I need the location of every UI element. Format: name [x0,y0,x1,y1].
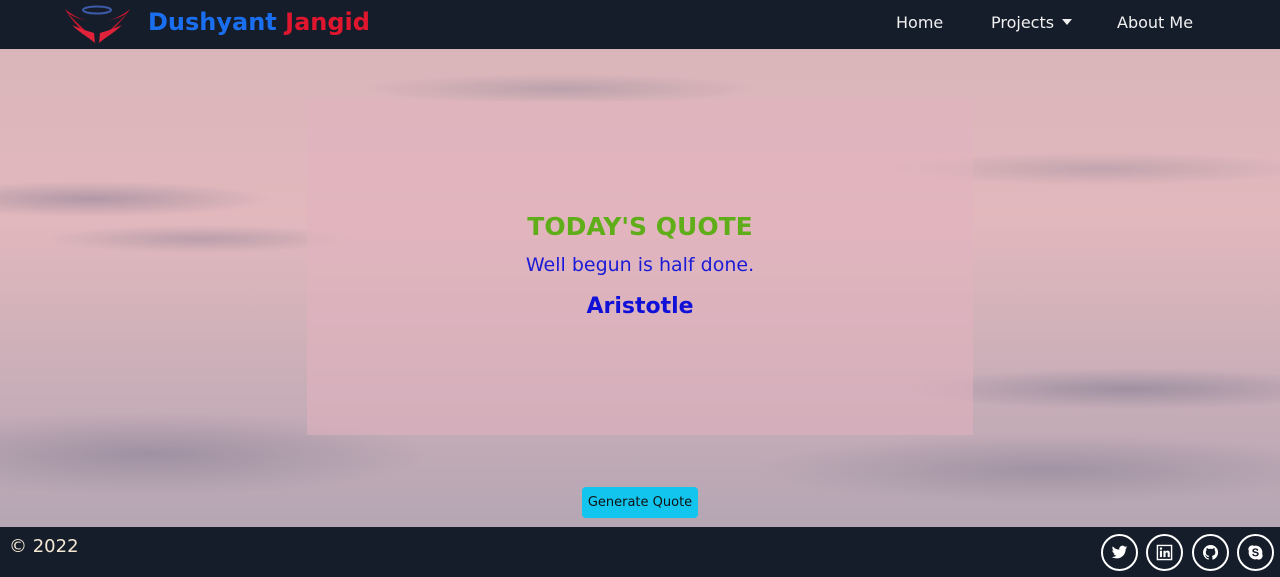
skype-icon[interactable] [1237,534,1274,571]
caret-down-icon [1062,19,1073,25]
quote-card: TODAY'S QUOTE Well begun is half done. A… [307,101,973,435]
nav-home-link[interactable]: Home [896,12,943,34]
generate-quote-button[interactable]: Generate Quote [582,487,698,518]
nav-about-link[interactable]: About Me [1117,12,1193,34]
brand-name[interactable]: Dushyant Jangid [148,7,370,37]
navbar: Dushyant Jangid Home Projects About Me [0,0,1280,49]
copyright-text: © 2022 [9,536,79,557]
nav-projects-label: Projects [991,13,1055,32]
brand-last-name: Jangid [285,8,370,36]
nav-projects-dropdown[interactable]: Projects [991,12,1073,34]
quote-author: Aristotle [586,294,694,319]
winged-halo-logo-icon[interactable] [64,3,131,45]
linkedin-icon[interactable] [1146,534,1183,571]
quote-text: Well begun is half done. [525,254,755,276]
github-icon[interactable] [1192,534,1229,571]
footer: © 2022 [0,527,1280,577]
twitter-icon[interactable] [1101,534,1138,571]
brand-first-name: Dushyant [148,8,277,36]
quote-heading: TODAY'S QUOTE [527,212,753,241]
